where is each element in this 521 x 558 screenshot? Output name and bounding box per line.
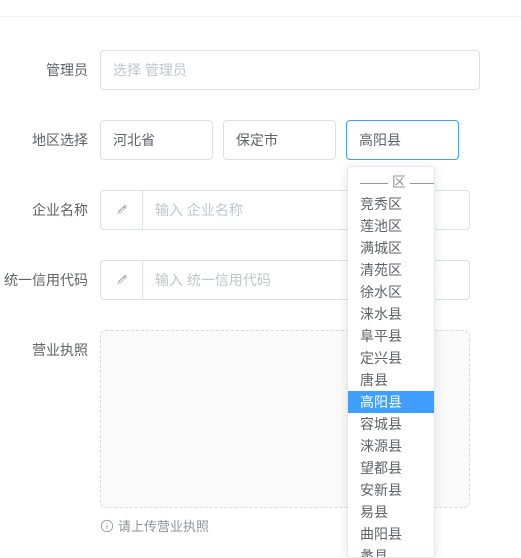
district-select[interactable]: 高阳县 —— 区 —— 竞秀区莲池区满城区清苑区徐水区涞水县阜平县定兴县唐县高阳… bbox=[346, 120, 459, 160]
label-credit-code: 统一信用代码 bbox=[0, 260, 100, 300]
dropdown-item[interactable]: 涞水县 bbox=[348, 303, 434, 325]
label-admin: 管理员 bbox=[0, 50, 100, 90]
dropdown-item[interactable]: 清苑区 bbox=[348, 259, 434, 281]
dropdown-item[interactable]: 定兴县 bbox=[348, 347, 434, 369]
label-region: 地区选择 bbox=[0, 120, 100, 160]
dropdown-item[interactable]: 安新县 bbox=[348, 479, 434, 501]
dropdown-item[interactable]: 竞秀区 bbox=[348, 193, 434, 215]
dropdown-item[interactable]: 高阳县 bbox=[348, 391, 434, 413]
region-fields: 河北省 保定市 高阳县 —— 区 —— 竞秀区莲池区满城区清苑区徐水区涞水县阜平… bbox=[100, 120, 459, 160]
dropdown-item[interactable]: 阜平县 bbox=[348, 325, 434, 347]
dropdown-item[interactable]: 徐水区 bbox=[348, 281, 434, 303]
dropdown-item[interactable]: 望都县 bbox=[348, 457, 434, 479]
district-dropdown: —— 区 —— 竞秀区莲池区满城区清苑区徐水区涞水县阜平县定兴县唐县高阳县容城县… bbox=[347, 166, 435, 558]
edit-icon bbox=[101, 191, 143, 229]
info-icon bbox=[100, 519, 114, 533]
dropdown-item[interactable]: 涞源县 bbox=[348, 435, 434, 457]
district-value: 高阳县 bbox=[359, 130, 401, 150]
divider bbox=[0, 16, 521, 17]
row-admin: 管理员 选择 管理员 bbox=[0, 50, 521, 90]
admin-select[interactable]: 选择 管理员 bbox=[100, 50, 480, 90]
dropdown-item[interactable]: 曲阳县 bbox=[348, 523, 434, 545]
row-company-name: 企业名称 输入 企业名称 bbox=[0, 190, 521, 230]
license-tip-text: 请上传营业执照 bbox=[118, 516, 209, 535]
dropdown-item[interactable]: 易县 bbox=[348, 501, 434, 523]
province-value: 河北省 bbox=[113, 130, 155, 150]
city-select[interactable]: 保定市 bbox=[223, 120, 336, 160]
dropdown-item[interactable]: 唐县 bbox=[348, 369, 434, 391]
province-select[interactable]: 河北省 bbox=[100, 120, 213, 160]
dropdown-item[interactable]: 满城区 bbox=[348, 237, 434, 259]
edit-icon bbox=[101, 261, 143, 299]
city-value: 保定市 bbox=[236, 130, 278, 150]
dropdown-header: —— 区 —— bbox=[348, 171, 434, 193]
row-credit-code: 统一信用代码 输入 统一信用代码 bbox=[0, 260, 521, 300]
form: 管理员 选择 管理员 地区选择 河北省 保定市 高阳县 —— 区 —— 竞秀区莲… bbox=[0, 0, 521, 535]
label-license: 营业执照 bbox=[0, 330, 100, 370]
dropdown-item[interactable]: 莲池区 bbox=[348, 215, 434, 237]
row-license: 营业执照 请上传营业执照 bbox=[0, 330, 521, 535]
row-region: 地区选择 河北省 保定市 高阳县 —— 区 —— 竞秀区莲池区满城区清苑区徐水区… bbox=[0, 120, 521, 160]
admin-placeholder: 选择 管理员 bbox=[113, 60, 187, 80]
label-company-name: 企业名称 bbox=[0, 190, 100, 230]
dropdown-item[interactable]: 容城县 bbox=[348, 413, 434, 435]
